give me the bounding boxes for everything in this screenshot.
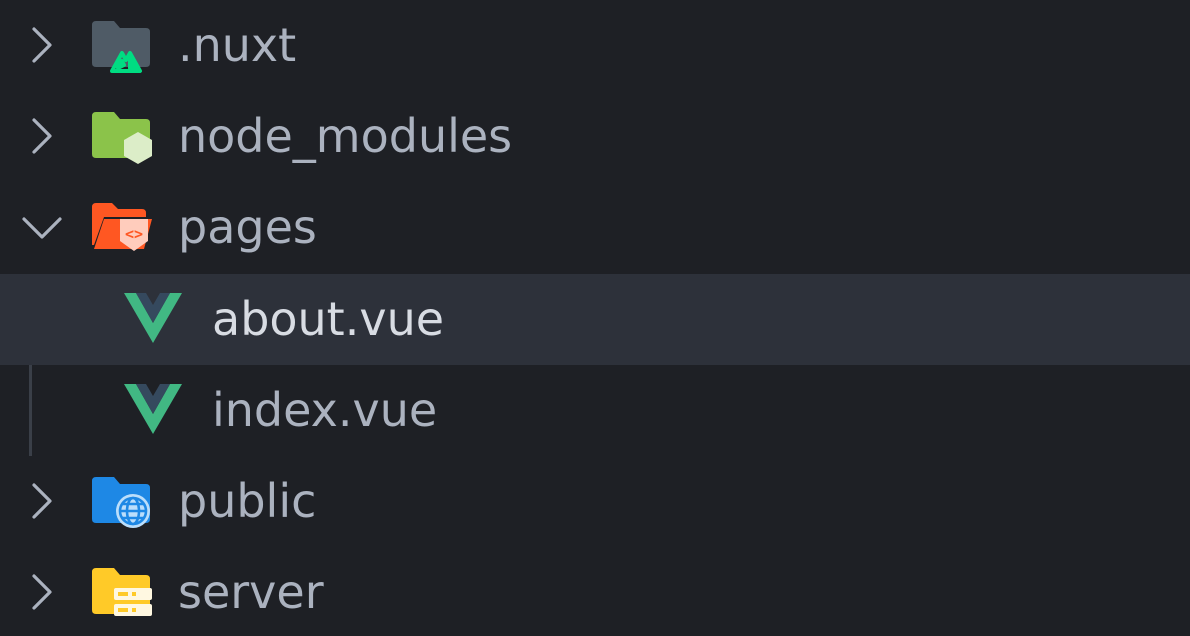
chevron-right-icon[interactable] — [20, 570, 64, 614]
tree-item-public-folder[interactable]: public — [0, 456, 1190, 547]
tree-item-label: index.vue — [212, 383, 438, 437]
chevron-down-icon[interactable] — [20, 205, 64, 249]
tree-item-label: about.vue — [212, 292, 445, 346]
vue-file-icon — [122, 382, 186, 438]
vue-file-icon — [122, 291, 186, 347]
tree-item-node-modules-folder[interactable]: node_modules — [0, 91, 1190, 182]
tree-item-label: pages — [178, 200, 317, 254]
tree-item-label: public — [178, 474, 317, 528]
tree-item-label: node_modules — [178, 109, 513, 163]
tree-item-pages-folder[interactable]: <> pages — [0, 182, 1190, 273]
tree-item-index-vue-file[interactable]: index.vue — [0, 365, 1190, 456]
tree-item-label: server — [178, 565, 324, 619]
node-folder-icon — [90, 108, 154, 164]
tree-item-server-folder[interactable]: server — [0, 547, 1190, 636]
public-folder-icon — [90, 473, 154, 529]
file-explorer-tree: .nuxt node_modules <> pages about.vue in… — [0, 0, 1190, 636]
chevron-right-icon[interactable] — [20, 23, 64, 67]
tree-item-label: .nuxt — [178, 18, 297, 72]
pages-folder-icon: <> — [90, 199, 154, 255]
tree-item-about-vue-file[interactable]: about.vue — [0, 274, 1190, 365]
svg-text:<>: <> — [125, 225, 143, 243]
nuxt-folder-icon — [90, 17, 154, 73]
chevron-right-icon[interactable] — [20, 479, 64, 523]
chevron-right-icon[interactable] — [20, 114, 64, 158]
server-folder-icon — [90, 564, 154, 620]
tree-item-nuxt-folder[interactable]: .nuxt — [0, 0, 1190, 91]
